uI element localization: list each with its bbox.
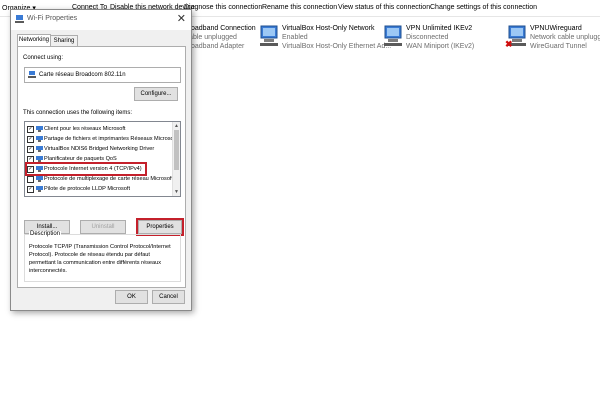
network-protocol-icon [36,176,43,182]
description-title: Description [29,231,62,237]
list-item[interactable]: ✓ Planificateur de paquets QoS [27,154,171,164]
connection-name: VPNUWireguard [530,25,582,32]
checkbox[interactable]: ✓ [27,146,34,153]
network-protocol-icon [36,166,43,172]
list-item[interactable]: ✓ VirtualBox NDIS6 Bridged Networking Dr… [27,144,171,154]
adapter-name: Carte réseau Broadcom 802.11n [39,72,126,78]
network-protocol-icon [36,186,43,192]
connection-status: Network cable unplugged [530,34,600,41]
dialog-titlebar[interactable]: Wi-Fi Properties ✕ [11,10,191,30]
connection-name: VPN Unlimited IKEv2 [406,25,473,32]
checkbox[interactable]: ✓ [27,186,34,193]
vpn-icon [384,25,402,46]
connect-using-label: Connect using: [23,55,64,61]
list-item-label: VirtualBox NDIS6 Bridged Networking Driv… [44,146,155,152]
list-item-label: Partage de fichiers et imprimantes Résea… [44,136,177,142]
list-scrollbar[interactable]: ▲ ▼ [172,122,180,196]
scroll-thumb[interactable] [174,130,179,170]
network-adapter-icon [28,71,36,78]
list-item-label: Protocole Internet version 4 (TCP/IPv4) [44,166,142,172]
list-item[interactable]: ✓ Pilote de protocole LLDP Microsoft [27,184,171,194]
network-service-icon [36,156,43,162]
adapter-field: Carte réseau Broadcom 802.11n [24,67,181,83]
connection-device: WAN Miniport (IKEv2) [406,43,475,50]
uninstall-button: Uninstall [80,220,126,234]
view-status-button[interactable]: View status of this connection [338,4,430,11]
connection-vpn-unlimited[interactable]: VPN Unlimited IKEv2 Disconnected WAN Min… [382,22,492,56]
connection-status: Cable unplugged [184,34,237,41]
close-icon[interactable]: ✕ [177,12,186,25]
connection-name: Broadband Connection [184,25,256,32]
ok-button[interactable]: OK [115,290,148,304]
list-item-label: Pilote de protocole LLDP Microsoft [44,186,131,192]
list-item[interactable]: Protocole de multiplexage de carte résea… [27,174,174,184]
connection-virtualbox[interactable]: VirtualBox Host-Only Network Enabled Vir… [258,22,391,56]
network-adapter-icon [15,15,24,23]
checkbox[interactable]: ✓ [27,136,34,143]
checkbox[interactable]: ✓ [27,156,34,163]
list-item-label: Protocole de multiplexage de carte résea… [44,176,174,182]
connection-device: VirtualBox Host-Only Ethernet Ad... [282,43,392,50]
list-item-ipv4[interactable]: ✓ Protocole Internet version 4 (TCP/IPv4… [25,162,147,176]
properties-button[interactable]: Properties [136,218,184,236]
error-x-icon: ✖ [505,39,513,49]
description-group: Description Protocole TCP/IP (Transmissi… [24,231,181,282]
connection-vpnuwireguard[interactable]: ✖ VPNUWireguard Network cable unplugged … [505,22,600,56]
connection-device: Broadband Adapter [184,43,245,50]
connection-device: WireGuard Tunnel [530,43,587,50]
scroll-down-icon[interactable]: ▼ [174,189,179,195]
list-item[interactable]: ✓ Client pour les réseaux Microsoft [27,124,171,134]
wifi-properties-dialog: Wi-Fi Properties ✕ Networking Sharing Co… [10,9,192,311]
checkbox[interactable]: ✓ [27,126,34,133]
diagnose-connection-button[interactable]: Diagnose this connection [184,4,262,11]
connection-status: Disconnected [406,34,449,41]
network-adapter-icon [260,25,278,46]
networking-panel: Connect using: Carte réseau Broadcom 802… [17,46,186,288]
checkbox[interactable] [27,176,34,183]
components-list[interactable]: ✓ Client pour les réseaux Microsoft ✓ Pa… [24,121,181,197]
scroll-up-icon[interactable]: ▲ [174,123,179,129]
list-item-label: Client pour les réseaux Microsoft [44,126,126,132]
dialog-title: Wi-Fi Properties [27,15,78,22]
description-text: Protocole TCP/IP (Transmission Control P… [29,244,171,274]
connection-status: Enabled [282,34,308,41]
change-settings-button[interactable]: Change settings of this connection [430,4,537,11]
checkbox[interactable]: ✓ [27,166,34,173]
cancel-button[interactable]: Cancel [152,290,185,304]
network-client-icon [36,126,43,132]
network-service-icon [36,136,43,142]
items-label: This connection uses the following items… [23,110,133,116]
configure-button[interactable]: Configure... [134,87,178,101]
rename-connection-button[interactable]: Rename this connection [262,4,337,11]
network-protocol-icon [36,146,43,152]
list-item[interactable]: ✓ Partage de fichiers et imprimantes Rés… [27,134,177,144]
connection-name: VirtualBox Host-Only Network [282,25,375,32]
list-item-label: Planificateur de paquets QoS [44,156,117,162]
